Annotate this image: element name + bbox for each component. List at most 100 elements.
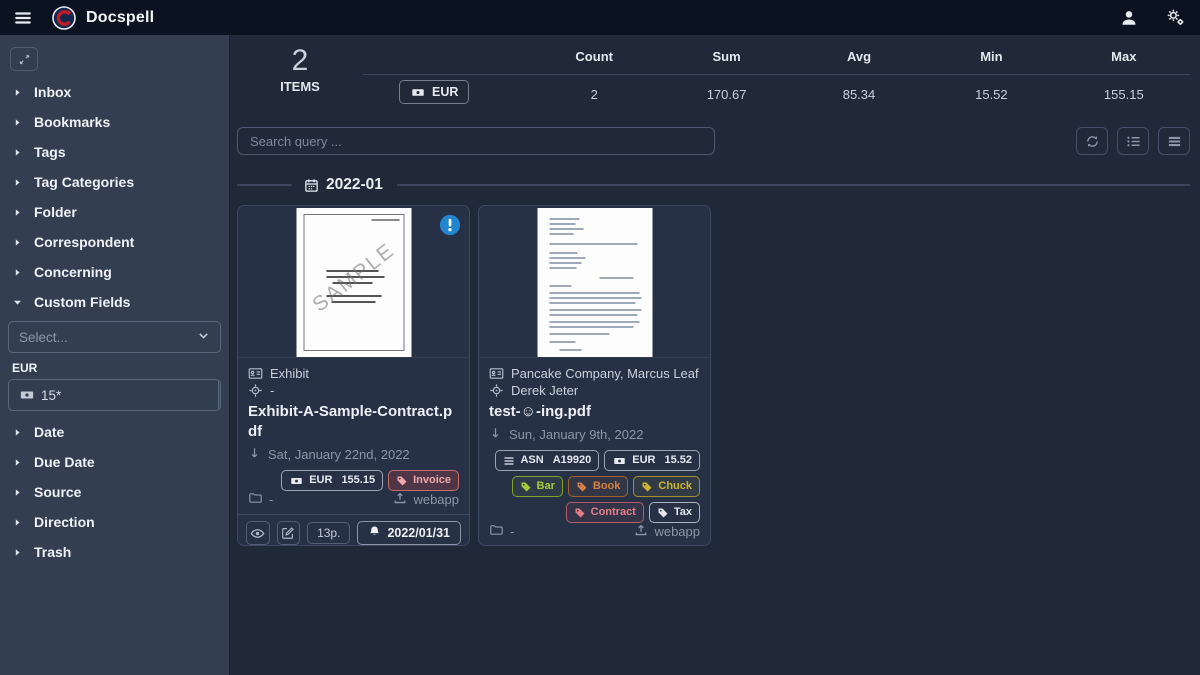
sidebar-item-label: Trash xyxy=(34,544,71,560)
month-label: 2022-01 xyxy=(326,176,383,194)
sidebar-item-trash[interactable]: Trash xyxy=(0,537,229,567)
sidebar-item-tags[interactable]: Tags xyxy=(0,137,229,167)
money-bill-icon xyxy=(9,380,41,410)
item-card[interactable]: Pancake Company, Marcus Leaf Derek Jeter… xyxy=(478,205,711,546)
stats-header: Max xyxy=(1058,43,1190,74)
folder-icon xyxy=(248,491,263,508)
topbar: Docspell xyxy=(0,0,1200,35)
sidebar-item-due-date[interactable]: Due Date xyxy=(0,447,229,477)
tag-icon xyxy=(641,481,653,493)
folder-name: - xyxy=(510,524,514,539)
sidebar-item-concerning[interactable]: Concerning xyxy=(0,257,229,287)
preview-eye-button[interactable] xyxy=(246,521,270,545)
item-date-row: Sat, January 22nd, 2022 xyxy=(248,446,459,463)
sidebar-item-tag-categories[interactable]: Tag Categories xyxy=(0,167,229,197)
sidebar-item-source[interactable]: Source xyxy=(0,477,229,507)
select-placeholder: Select... xyxy=(19,330,68,345)
sidebar-item-label: Bookmarks xyxy=(34,114,110,130)
asn-badge: ASNA19920 xyxy=(495,450,599,471)
sidebar-item-label: Correspondent xyxy=(34,234,134,250)
caret-right-icon xyxy=(12,206,24,218)
item-card[interactable]: SAMPLE Exhibit - xyxy=(237,205,470,546)
tag-badge: Tax xyxy=(649,502,700,523)
sidebar-item-folder[interactable]: Folder xyxy=(0,197,229,227)
user-icon[interactable] xyxy=(1120,8,1140,28)
caret-right-icon xyxy=(12,86,24,98)
amount-badge: EUR15.52 xyxy=(604,450,700,471)
sidebar-item-custom-fields[interactable]: Custom Fields xyxy=(0,287,229,317)
stats-value-count: 2 xyxy=(528,75,660,114)
search-input[interactable] xyxy=(237,127,715,155)
caret-right-icon xyxy=(12,486,24,498)
address-card-icon xyxy=(489,366,504,381)
crosshairs-icon xyxy=(248,383,263,398)
stats-table: Count Sum Avg Min Max EUR 2 170.67 85.34… xyxy=(363,43,1190,114)
clear-field-button[interactable] xyxy=(218,380,221,410)
item-date-row: Sun, January 9th, 2022 xyxy=(489,426,700,443)
concerning-row: - xyxy=(248,382,459,399)
sidebar-expand-button[interactable] xyxy=(10,47,38,71)
tag-icon xyxy=(657,507,669,519)
source-name: webapp xyxy=(413,492,459,507)
concerning-name: Derek Jeter xyxy=(511,382,578,399)
caret-right-icon xyxy=(12,266,24,278)
attention-exclamation-icon xyxy=(439,214,461,236)
stats-value-avg: 85.34 xyxy=(793,75,925,114)
document-thumbnail xyxy=(537,208,652,357)
upload-icon xyxy=(393,491,407,508)
item-date: Sun, January 9th, 2022 xyxy=(509,427,643,442)
sidebar-item-correspondent[interactable]: Correspondent xyxy=(0,227,229,257)
tag-badge: Chuck xyxy=(633,476,700,497)
concerning-name: - xyxy=(270,382,274,399)
sidebar-item-date[interactable]: Date xyxy=(0,417,229,447)
arrow-down-icon xyxy=(248,446,261,463)
money-bill-icon xyxy=(289,475,304,487)
address-card-icon xyxy=(248,366,263,381)
arrow-down-icon xyxy=(489,426,502,443)
correspondent-row: Pancake Company, Marcus Leaf xyxy=(489,365,700,382)
tag-badge: Book xyxy=(568,476,629,497)
sidebar-item-label: Folder xyxy=(34,204,77,220)
folder-source-row: - webapp xyxy=(489,523,700,540)
tag-icon xyxy=(574,507,586,519)
sidebar-item-direction[interactable]: Direction xyxy=(0,507,229,537)
bell-icon xyxy=(368,525,381,541)
sidebar-item-label: Source xyxy=(34,484,81,500)
stats-header: Count xyxy=(528,43,660,74)
sidebar-item-label: Due Date xyxy=(34,454,95,470)
custom-field-value-input[interactable] xyxy=(41,380,218,410)
amount-badge: EUR155.15 xyxy=(281,470,383,491)
caret-right-icon xyxy=(12,236,24,248)
sidebar-item-label: Tag Categories xyxy=(34,174,134,190)
app-title: Docspell xyxy=(86,9,154,27)
refresh-button[interactable] xyxy=(1076,127,1108,155)
due-date-badge: 2022/01/31 xyxy=(357,521,461,545)
custom-field-eur xyxy=(8,379,221,411)
sidebar-item-label: Date xyxy=(34,424,64,440)
main-content: 2 ITEMS Count Sum Avg Min Max EUR 2 170.… xyxy=(230,35,1200,675)
compact-view-button[interactable] xyxy=(1158,127,1190,155)
stats-value-min: 15.52 xyxy=(925,75,1057,114)
item-count-label: ITEMS xyxy=(237,79,363,94)
stats-bar: 2 ITEMS Count Sum Avg Min Max EUR 2 170.… xyxy=(237,43,1190,114)
sidebar-item-label: Inbox xyxy=(34,84,71,100)
item-count: 2 xyxy=(237,45,363,77)
custom-field-name: EUR xyxy=(12,361,229,375)
item-date: Sat, January 22nd, 2022 xyxy=(268,447,410,462)
list-view-button[interactable] xyxy=(1117,127,1149,155)
concerning-row: Derek Jeter xyxy=(489,382,700,399)
currency-badge: EUR xyxy=(399,80,469,104)
custom-field-select[interactable]: Select... xyxy=(8,321,221,353)
caret-right-icon xyxy=(12,456,24,468)
tag-icon xyxy=(396,475,408,487)
source-name: webapp xyxy=(654,524,700,539)
correspondent-name: Pancake Company, Marcus Leaf xyxy=(511,365,699,382)
list-icon xyxy=(503,455,515,467)
menu-icon[interactable] xyxy=(14,8,34,28)
item-title: test-☺-ing.pdf xyxy=(489,402,700,422)
settings-cogs-icon[interactable] xyxy=(1166,8,1186,28)
sidebar-item-bookmarks[interactable]: Bookmarks xyxy=(0,107,229,137)
edit-button[interactable] xyxy=(277,521,301,545)
caret-down-icon xyxy=(12,296,24,308)
sidebar-item-inbox[interactable]: Inbox xyxy=(0,77,229,107)
